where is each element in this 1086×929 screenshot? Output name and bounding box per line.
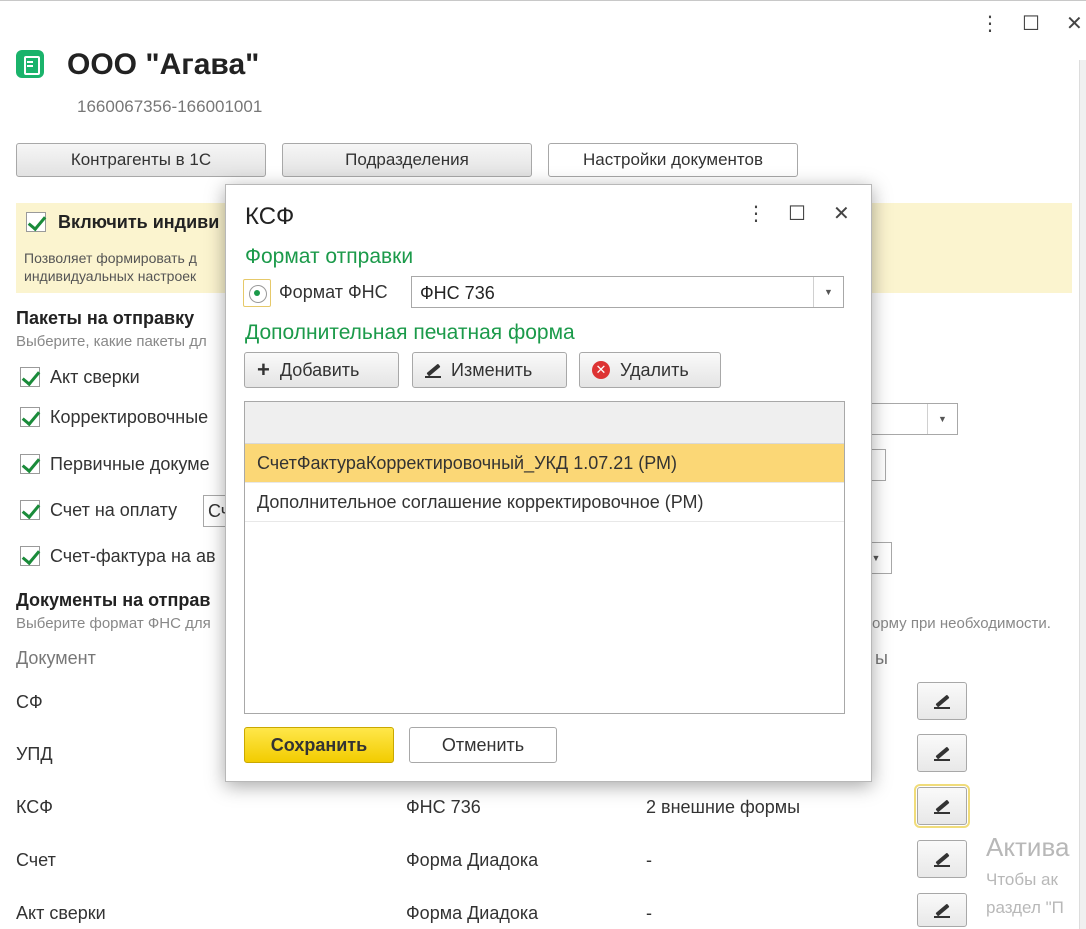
pencil-icon	[934, 693, 950, 709]
delete-button[interactable]: ✕ Удалить	[579, 352, 721, 388]
edit-button-label: Изменить	[451, 359, 533, 380]
individual-settings-desc-2: индивидуальных настроек	[24, 268, 197, 284]
individual-settings-desc-1: Позволяет формировать д	[24, 250, 197, 266]
package-label: Корректировочные	[50, 407, 209, 427]
document-settings-button[interactable]: Настройки документов	[548, 143, 798, 177]
edit-document-button[interactable]	[917, 734, 967, 772]
delete-button-label: Удалить	[620, 359, 689, 380]
fns-format-value: ФНС 736	[420, 283, 495, 303]
packages-title: Пакеты на отправку	[16, 308, 195, 328]
package-checkbox[interactable]	[20, 367, 40, 387]
document-row-name: Счет	[16, 850, 56, 870]
contractors-button[interactable]: Контрагенты в 1С	[16, 143, 266, 177]
list-header	[245, 402, 844, 444]
document-row-format: Форма Диадока	[406, 850, 539, 870]
pencil-icon	[934, 798, 950, 814]
fns-format-radio[interactable]	[243, 279, 271, 307]
dialog-maximize-icon[interactable]: ☐	[788, 201, 806, 226]
cancel-button[interactable]: Отменить	[409, 727, 557, 763]
window-top-border	[0, 0, 1086, 1]
document-row-forms: -	[646, 850, 652, 870]
scrollbar[interactable]	[1079, 60, 1086, 929]
activation-watermark-title: Актива	[986, 832, 1070, 862]
window-close-icon[interactable]: ✕	[1066, 14, 1083, 34]
document-row-forms: 2 внешние формы	[646, 797, 801, 817]
dialog-menu-icon[interactable]: ⋮	[746, 201, 766, 226]
activation-watermark-line: Чтобы ак	[986, 870, 1058, 889]
page-title: ООО "Агава"	[67, 48, 260, 81]
edit-button[interactable]: Изменить	[412, 352, 567, 388]
section-send-format: Формат отправки	[245, 245, 414, 268]
pencil-icon	[934, 745, 950, 761]
column-header-document: Документ	[16, 648, 96, 668]
save-button[interactable]: Сохранить	[244, 727, 394, 763]
corrective-format-select[interactable]: ▼	[860, 403, 958, 435]
pencil-icon	[934, 851, 950, 867]
add-button[interactable]: + Добавить	[244, 352, 399, 388]
package-label: Первичные докуме	[50, 454, 210, 474]
window-maximize-icon[interactable]: ☐	[1022, 14, 1040, 34]
chevron-down-icon: ▼	[927, 404, 957, 434]
documents-hint: Выберите формат ФНС для	[16, 615, 211, 632]
fns-format-label: Формат ФНС	[279, 282, 388, 302]
dialog-title: КСФ	[245, 203, 295, 230]
departments-button[interactable]: Подразделения	[282, 143, 532, 177]
individual-settings-checkbox[interactable]	[26, 212, 46, 232]
edit-document-button[interactable]	[917, 893, 967, 927]
package-checkbox[interactable]	[20, 546, 40, 566]
package-checkbox[interactable]	[20, 407, 40, 427]
pencil-icon	[425, 362, 441, 378]
fns-format-select[interactable]: ФНС 736 ▼	[411, 276, 844, 308]
list-item[interactable]: Дополнительное соглашение корректировочн…	[245, 483, 844, 522]
package-label: Счет-фактура на ав	[50, 546, 216, 566]
packages-hint: Выберите, какие пакеты дл	[16, 333, 207, 350]
list-item[interactable]: СчетФактураКорректировочный_УКД 1.07.21 …	[245, 444, 844, 483]
delete-icon: ✕	[592, 361, 610, 379]
document-row-name: СФ	[16, 692, 43, 712]
activation-watermark-line: раздел "П	[986, 898, 1064, 917]
package-checkbox[interactable]	[20, 500, 40, 520]
edit-document-button[interactable]	[917, 840, 967, 878]
edit-document-button[interactable]	[917, 682, 967, 720]
document-row-name: КСФ	[16, 797, 53, 817]
individual-settings-label: Включить индиви	[58, 212, 220, 232]
plus-icon: +	[257, 357, 270, 382]
window-menu-icon[interactable]: ⋮	[980, 14, 1000, 34]
pencil-icon	[934, 902, 950, 918]
org-inn-kpp: 1660067356-166001001	[77, 97, 263, 116]
chevron-down-icon[interactable]: ▼	[813, 277, 843, 307]
print-forms-list[interactable]: СчетФактураКорректировочный_УКД 1.07.21 …	[244, 401, 845, 714]
dialog-close-icon[interactable]: ✕	[833, 201, 850, 226]
column-header-forms: ы	[875, 648, 888, 668]
document-row-name: УПД	[16, 744, 53, 764]
organization-logo-icon	[16, 50, 44, 78]
ksf-settings-dialog: КСФ ⋮ ☐ ✕ Формат отправки Формат ФНС ФНС…	[225, 184, 872, 782]
documents-title: Документы на отправ	[16, 590, 211, 610]
edit-document-button[interactable]	[914, 784, 970, 828]
add-button-label: Добавить	[279, 359, 360, 380]
section-print-form: Дополнительная печатная форма	[245, 321, 575, 344]
document-row-name: Акт сверки	[16, 903, 106, 923]
package-checkbox[interactable]	[20, 454, 40, 474]
document-row-format: ФНС 736	[406, 797, 481, 817]
document-row-format: Форма Диадока	[406, 903, 539, 923]
package-label: Акт сверки	[50, 367, 140, 387]
documents-hint-tail: орму при необходимости.	[872, 615, 1051, 632]
document-row-forms: -	[646, 903, 652, 923]
package-label: Счет на оплату	[50, 500, 178, 520]
